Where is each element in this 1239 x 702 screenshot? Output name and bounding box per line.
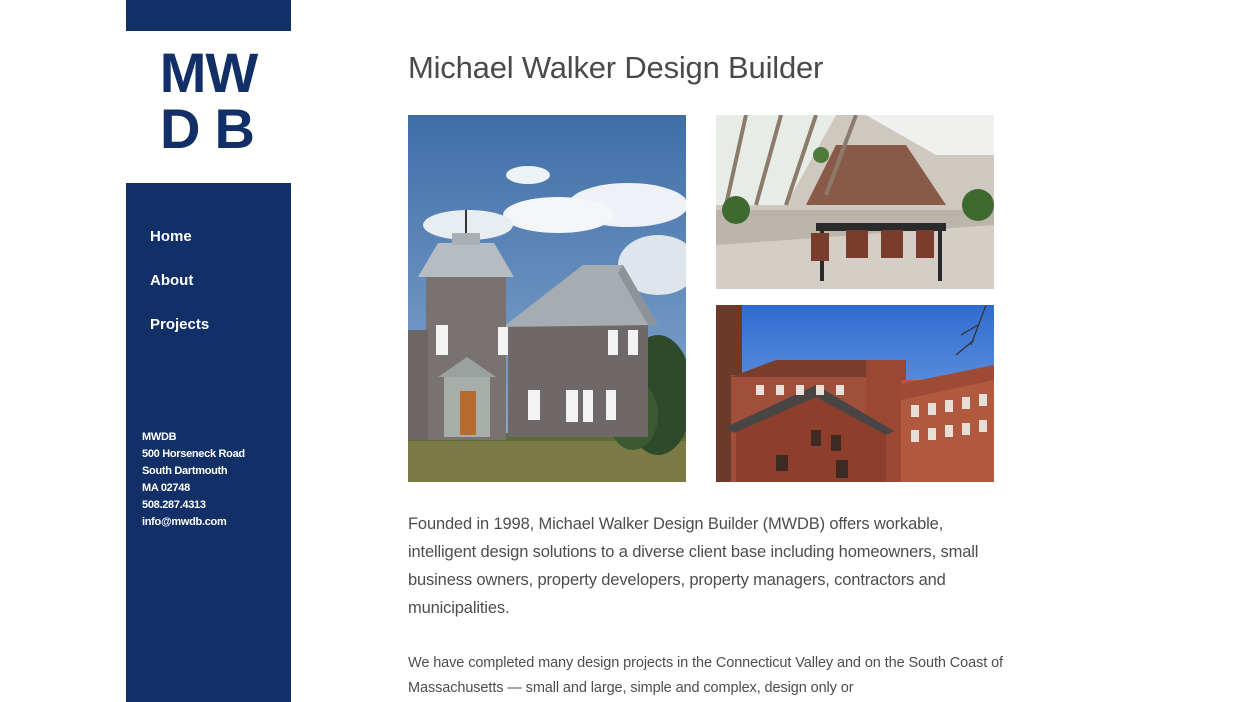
photo-loft-interior <box>716 115 994 289</box>
page: MW DB Home About Projects MWDB 500 Horse… <box>0 0 1239 702</box>
logo-line-2: DB <box>160 97 269 160</box>
mwdb-logo[interactable]: MW DB <box>126 31 291 183</box>
nav-item-projects[interactable]: Projects <box>150 316 209 333</box>
nav-item-home[interactable]: Home <box>150 228 192 245</box>
contact-phone: 508.287.4313 <box>142 499 206 511</box>
logo-line-1: MW <box>159 41 259 104</box>
sidebar: MW DB Home About Projects MWDB 500 Horse… <box>126 0 291 702</box>
contact-name: MWDB <box>142 431 177 443</box>
contact-email[interactable]: info@mwdb.com <box>142 514 245 531</box>
nav-item-about[interactable]: About <box>150 272 193 289</box>
contact-block: MWDB 500 Horseneck Road South Dartmouth … <box>142 429 245 531</box>
contact-state-zip: MA 02748 <box>142 482 190 494</box>
photo-shingled-house <box>408 115 686 482</box>
contact-city: South Dartmouth <box>142 465 228 477</box>
intro-paragraph: Founded in 1998, Michael Walker Design B… <box>408 515 979 617</box>
sidebar-top-bar <box>126 0 291 31</box>
contact-street: 500 Horseneck Road <box>142 448 245 460</box>
page-title: Michael Walker Design Builder <box>408 50 824 85</box>
sidebar-nav: Home About Projects MWDB 500 Horseneck R… <box>126 183 291 702</box>
photo-brick-mill <box>716 305 994 482</box>
projects-paragraph: We have completed many design projects i… <box>408 655 1003 696</box>
